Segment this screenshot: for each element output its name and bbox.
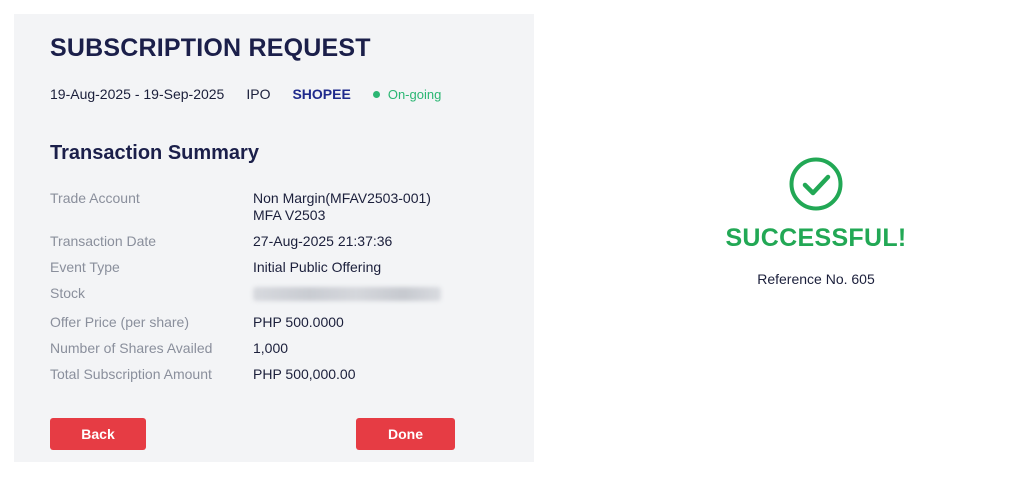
page-title: SUBSCRIPTION REQUEST xyxy=(50,34,371,62)
shares-availed-label: Number of Shares Availed xyxy=(50,340,213,356)
event-type-value: Initial Public Offering xyxy=(253,259,382,275)
stock-value xyxy=(253,285,441,305)
reference-number: Reference No. 605 xyxy=(757,271,875,287)
event-type-label: Event Type xyxy=(50,259,120,275)
event-type-badge: IPO xyxy=(246,86,271,102)
status-dot-icon xyxy=(372,90,380,98)
transaction-date-value: 27-Aug-2025 21:37:36 xyxy=(253,233,393,249)
transaction-summary: Trade Account Non Margin(MFAV2503-001) M… xyxy=(50,190,510,392)
summary-row-stock: Stock xyxy=(50,285,510,305)
trade-account-name: Non Margin(MFAV2503-001) xyxy=(253,190,431,206)
stock-label: Stock xyxy=(50,285,86,301)
trade-account-value: Non Margin(MFAV2503-001) MFA V2503 xyxy=(253,190,431,224)
total-amount-label: Total Subscription Amount xyxy=(50,366,212,382)
stock-symbol: SHOPEE xyxy=(292,86,351,102)
back-button[interactable]: Back xyxy=(50,418,146,450)
trade-account-label: Trade Account xyxy=(50,190,140,206)
total-amount-value: PHP 500,000.00 xyxy=(253,366,356,382)
offer-price-value: PHP 500.0000 xyxy=(253,314,344,330)
offer-price-label: Offer Price (per share) xyxy=(50,314,190,330)
check-circle-icon xyxy=(789,157,843,211)
redacted-stock-name xyxy=(253,287,441,301)
success-message: SUCCESSFUL! Reference No. 605 xyxy=(700,156,932,287)
subscription-panel: SUBSCRIPTION REQUEST 19-Aug-2025 - 19-Se… xyxy=(14,14,534,462)
status-label: On-going xyxy=(387,86,442,102)
shares-availed-value: 1,000 xyxy=(253,340,289,356)
done-button[interactable]: Done xyxy=(356,418,455,450)
summary-row-trade-account: Trade Account Non Margin(MFAV2503-001) M… xyxy=(50,190,510,224)
subscription-meta: 19-Aug-2025 - 19-Sep-2025 IPO SHOPEE On-… xyxy=(50,86,441,102)
transaction-summary-title: Transaction Summary xyxy=(50,142,259,164)
transaction-date-label: Transaction Date xyxy=(50,233,157,249)
summary-row-event-type: Event Type Initial Public Offering xyxy=(50,259,510,276)
summary-row-shares: Number of Shares Availed 1,000 xyxy=(50,340,510,357)
offer-period: 19-Aug-2025 - 19-Sep-2025 xyxy=(50,86,225,102)
trade-account-code: MFA V2503 xyxy=(253,207,326,223)
status-badge: On-going xyxy=(372,86,442,102)
summary-row-total: Total Subscription Amount PHP 500,000.00 xyxy=(50,366,510,383)
summary-row-offer-price: Offer Price (per share) PHP 500.0000 xyxy=(50,314,510,331)
success-headline: SUCCESSFUL! xyxy=(725,224,907,252)
summary-row-transaction-date: Transaction Date 27-Aug-2025 21:37:36 xyxy=(50,233,510,250)
